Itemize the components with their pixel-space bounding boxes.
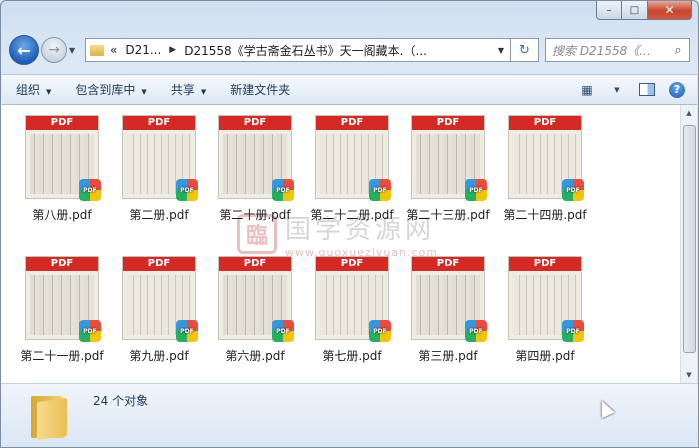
- organize-menu[interactable]: 组织 ▼: [16, 81, 51, 98]
- new-folder-button[interactable]: 新建文件夹: [230, 81, 290, 98]
- pdf-thumbnail-label: PDF: [316, 257, 388, 271]
- pdf-thumbnail: PDF PDF: [218, 115, 294, 201]
- pdf-thumbnail: PDF PDF: [411, 256, 487, 342]
- scroll-down-icon[interactable]: ▼: [681, 367, 697, 383]
- pdf-app-icon: PDF: [369, 179, 391, 201]
- pdf-app-icon: PDF: [79, 179, 101, 201]
- file-name: 第六册.pdf: [225, 349, 285, 363]
- file-item[interactable]: PDF PDF 第二册.pdf: [111, 115, 207, 223]
- include-in-library-menu[interactable]: 包含到库中 ▼: [75, 81, 146, 98]
- recent-pages-dropdown[interactable]: ▼: [69, 46, 81, 55]
- pdf-thumbnail-label: PDF: [123, 116, 195, 130]
- folder-icon: [31, 390, 71, 441]
- file-item[interactable]: PDF PDF 第七册.pdf: [304, 256, 400, 364]
- file-item[interactable]: PDF PDF 第八册.pdf: [14, 115, 110, 223]
- preview-pane-icon[interactable]: [639, 83, 655, 96]
- search-input[interactable]: 搜索 D21558《... ⌕: [545, 38, 690, 62]
- file-name: 第二十四册.pdf: [503, 208, 587, 222]
- file-name: 第四册.pdf: [515, 349, 575, 363]
- chevron-down-icon: ▼: [141, 88, 147, 96]
- view-options-icon[interactable]: ▦: [579, 83, 595, 97]
- back-button[interactable]: ←: [9, 35, 39, 65]
- pdf-app-icon: PDF: [369, 320, 391, 342]
- breadcrumb-item[interactable]: D21...: [125, 43, 161, 57]
- file-item[interactable]: PDF PDF 第六册.pdf: [207, 256, 303, 364]
- file-name: 第九册.pdf: [129, 349, 189, 363]
- file-item[interactable]: PDF PDF 第三册.pdf: [400, 256, 496, 364]
- file-name: 第二十册.pdf: [219, 208, 291, 222]
- scroll-up-icon[interactable]: ▲: [681, 105, 697, 121]
- command-bar: 组织 ▼ 包含到库中 ▼ 共享 ▼ 新建文件夹 ▦ ▼ ?: [2, 74, 697, 105]
- file-name: 第二十一册.pdf: [20, 349, 104, 363]
- pdf-app-icon: PDF: [79, 320, 101, 342]
- file-item[interactable]: PDF PDF 第四册.pdf: [497, 256, 593, 364]
- pdf-thumbnail: PDF PDF: [411, 115, 487, 201]
- pdf-thumbnail: PDF PDF: [122, 115, 198, 201]
- file-list[interactable]: 臨 国学资源网 www.guoxueziyuan.com PDF PDF 第八册.p…: [1, 105, 680, 383]
- chevron-down-icon: ▼: [46, 88, 52, 96]
- pdf-thumbnail: PDF PDF: [122, 256, 198, 342]
- file-item[interactable]: PDF PDF 第二十一册.pdf: [14, 256, 110, 364]
- scrollbar-thumb[interactable]: [683, 125, 696, 353]
- search-placeholder: 搜索 D21558《...: [552, 43, 651, 58]
- file-name: 第二十三册.pdf: [406, 208, 490, 222]
- search-icon[interactable]: ⌕: [667, 43, 689, 58]
- close-button[interactable]: ✕: [648, 1, 692, 20]
- pdf-thumbnail-label: PDF: [123, 257, 195, 271]
- pdf-thumbnail-label: PDF: [412, 257, 484, 271]
- file-item[interactable]: PDF PDF 第二十四册.pdf: [497, 115, 593, 223]
- pdf-thumbnail-label: PDF: [26, 116, 98, 130]
- pdf-thumbnail: PDF PDF: [315, 115, 391, 201]
- address-row: ← → ▼ « D21... ▶ D21558《学古斋金石丛书》天一阁藏本.（.…: [9, 35, 690, 65]
- chevron-right-icon[interactable]: ▶: [169, 45, 176, 55]
- file-name: 第二十二册.pdf: [310, 208, 394, 222]
- pdf-thumbnail: PDF PDF: [508, 256, 584, 342]
- chevron-down-icon[interactable]: ▼: [492, 46, 510, 55]
- pdf-thumbnail-label: PDF: [26, 257, 98, 271]
- item-count: 24 个对象: [93, 394, 149, 408]
- pdf-thumbnail-label: PDF: [509, 116, 581, 130]
- folder-icon: [90, 44, 104, 56]
- pdf-app-icon: PDF: [176, 179, 198, 201]
- share-menu[interactable]: 共享 ▼: [171, 81, 206, 98]
- maximize-button[interactable]: □: [622, 1, 648, 20]
- address-bar[interactable]: « D21... ▶ D21558《学古斋金石丛书》天一阁藏本.（... ▼: [85, 38, 511, 62]
- vertical-scrollbar[interactable]: ▲ ▼: [680, 105, 697, 383]
- breadcrumb-current[interactable]: D21558《学古斋金石丛书》天一阁藏本.（...: [184, 42, 427, 59]
- pdf-app-icon: PDF: [465, 179, 487, 201]
- minimize-button[interactable]: –: [596, 1, 622, 20]
- details-pane: 24 个对象: [1, 383, 698, 447]
- pdf-app-icon: PDF: [562, 179, 584, 201]
- breadcrumb-overflow[interactable]: «: [110, 43, 117, 57]
- pdf-thumbnail: PDF PDF: [25, 115, 101, 201]
- file-item[interactable]: PDF PDF 第九册.pdf: [111, 256, 207, 364]
- file-name: 第三册.pdf: [418, 349, 478, 363]
- pdf-thumbnail-label: PDF: [219, 116, 291, 130]
- file-item[interactable]: PDF PDF 第二十三册.pdf: [400, 115, 496, 223]
- file-name: 第七册.pdf: [322, 349, 382, 363]
- file-item[interactable]: PDF PDF 第二十二册.pdf: [304, 115, 400, 223]
- pdf-app-icon: PDF: [562, 320, 584, 342]
- pdf-app-icon: PDF: [465, 320, 487, 342]
- chevron-down-icon: ▼: [200, 88, 207, 96]
- pdf-thumbnail: PDF PDF: [218, 256, 294, 342]
- file-name: 第二册.pdf: [129, 208, 189, 222]
- pdf-app-icon: PDF: [272, 179, 294, 201]
- file-name: 第八册.pdf: [32, 208, 92, 222]
- chevron-down-icon[interactable]: ▼: [609, 83, 625, 97]
- help-icon[interactable]: ?: [669, 81, 685, 98]
- pdf-thumbnail-label: PDF: [412, 116, 484, 130]
- pdf-thumbnail-label: PDF: [219, 257, 291, 271]
- pdf-app-icon: PDF: [176, 320, 198, 342]
- pdf-thumbnail-label: PDF: [316, 116, 388, 130]
- pdf-thumbnail: PDF PDF: [315, 256, 391, 342]
- forward-button[interactable]: →: [41, 37, 67, 63]
- file-item[interactable]: PDF PDF 第二十册.pdf: [207, 115, 303, 223]
- caption-buttons: – □ ✕: [596, 1, 692, 20]
- pdf-thumbnail-label: PDF: [509, 257, 581, 271]
- pdf-thumbnail: PDF PDF: [25, 256, 101, 342]
- pdf-app-icon: PDF: [272, 320, 294, 342]
- pdf-thumbnail: PDF PDF: [508, 115, 584, 201]
- refresh-button[interactable]: ↻: [511, 38, 539, 62]
